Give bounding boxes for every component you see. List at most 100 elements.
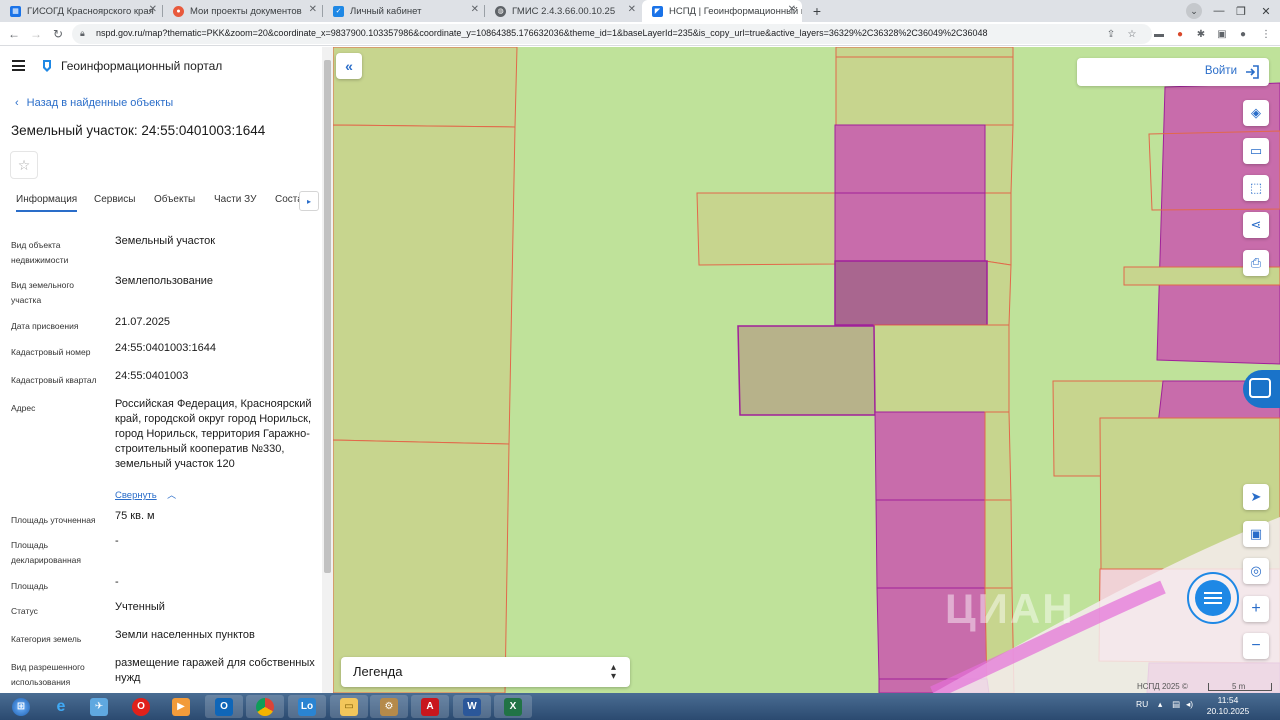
close-tab-icon[interactable]: ✕ <box>309 4 317 15</box>
close-tab-icon[interactable]: ✕ <box>149 4 157 15</box>
scale-label: 5 m <box>1232 682 1246 691</box>
maximize-button[interactable]: ❐ <box>1230 0 1252 22</box>
legend-label: Легенда <box>353 664 403 679</box>
taskbar-app-excel[interactable]: X <box>494 695 532 718</box>
layers-icon[interactable]: ◈ <box>1243 100 1269 126</box>
start-button[interactable]: ⊞ <box>2 695 40 718</box>
browser-tab-5[interactable]: ◤ НСПД | Геоинформационный п ✕ <box>642 0 802 22</box>
close-window-button[interactable]: ✕ <box>1254 0 1278 22</box>
field-value: размещение гаражей для собственных нужд <box>115 657 315 684</box>
close-tab-icon[interactable]: ✕ <box>788 4 796 15</box>
field-value: 24:55:0401003 <box>115 370 189 382</box>
taskbar-clock[interactable]: 11:54 20.10.2025 <box>1200 695 1256 717</box>
browser-tab-1[interactable]: ▦ ГИСОГД Красноярского края ✕ <box>0 0 163 22</box>
share-icon[interactable]: ⋖ <box>1243 212 1269 238</box>
chat-button[interactable] <box>1187 572 1239 624</box>
panel-scrollbar-thumb[interactable] <box>324 60 331 573</box>
legend-dropdown[interactable]: Легенда ▴ ▾ <box>341 657 630 687</box>
taskbar-app-bird[interactable]: ✈ <box>80 695 118 718</box>
print-icon[interactable]: ⎙ <box>1243 250 1269 276</box>
taskbar-app-ie[interactable]: e <box>42 695 80 718</box>
tab-services[interactable]: Сервисы <box>94 194 135 205</box>
hamburger-menu-icon[interactable] <box>12 60 25 71</box>
land-parcel <box>984 192 1012 266</box>
excel-icon: X <box>504 697 522 716</box>
address-bar[interactable]: 🔒︎ nspd.gov.ru/map?thematic=PKK&zoom=20&… <box>72 24 1152 44</box>
browser-tab-3[interactable]: ✓ Личный кабинет ✕ <box>323 0 485 22</box>
favorite-star-icon[interactable]: ☆ <box>10 151 38 179</box>
zoom-in-button[interactable]: + <box>1243 596 1269 622</box>
taskbar-app-chrome[interactable] <box>246 695 284 718</box>
taskbar-app-opera[interactable]: O <box>122 695 160 718</box>
field-value: Земли населенных пунктов <box>115 629 255 641</box>
tab-information[interactable]: Информация <box>16 194 78 212</box>
login-icon <box>1246 65 1259 79</box>
browser-tab-2[interactable]: ● Мои проекты документов ✕ <box>163 0 323 22</box>
field-label: Статус <box>11 606 38 616</box>
share-icon[interactable]: ⇪ <box>1104 27 1118 41</box>
zoom-out-button[interactable]: − <box>1243 633 1269 659</box>
archive-icon: ⚙ <box>380 697 398 716</box>
clock-date: 20.10.2025 <box>1206 706 1250 716</box>
map-canvas[interactable] <box>333 47 1280 693</box>
back-arrow-icon[interactable]: ← <box>5 25 23 43</box>
browser-tab-title: НСПД | Геоинформационный п <box>669 5 802 17</box>
puzzle-extensions-icon[interactable]: ✱ <box>1194 27 1208 41</box>
collapse-link[interactable]: Свернуть ︿ <box>115 485 176 503</box>
folder-icon: ▭ <box>340 697 358 716</box>
taskbar-app-media[interactable]: ▶ <box>162 695 200 718</box>
taskbar-app-acrobat[interactable]: A <box>411 695 449 718</box>
collapse-link-label: Свернуть <box>115 490 157 501</box>
profile-avatar-icon[interactable]: ● <box>1236 27 1250 41</box>
taskbar-app-outlook[interactable]: O <box>205 695 243 718</box>
browser-tab-4[interactable]: ◍ ГМИС 2.4.3.66.00.10.25 ✕ <box>485 0 642 22</box>
field-label: Вид земельного участка <box>11 280 75 305</box>
field-label: Площадь <box>11 581 49 591</box>
extension-icon[interactable]: ● <box>1173 27 1187 41</box>
selected-land-parcel <box>737 325 876 416</box>
bookmark-star-icon[interactable]: ☆ <box>1125 27 1139 41</box>
cadastral-map-layer[interactable] <box>333 47 1280 693</box>
land-parcel <box>333 439 510 693</box>
volume-icon[interactable]: ◂) <box>1186 699 1193 710</box>
tab-objects[interactable]: Объекты <box>154 194 195 205</box>
minimize-button[interactable]: — <box>1208 0 1230 22</box>
navigate-icon[interactable]: ➤ <box>1243 484 1269 510</box>
land-parcel <box>333 124 516 445</box>
sidebar-icon[interactable]: ▣ <box>1215 27 1229 41</box>
area-select-icon[interactable]: ⬚ <box>1243 175 1269 201</box>
field-value: 75 кв. м <box>115 510 155 522</box>
language-indicator[interactable]: RU <box>1136 699 1148 709</box>
taskbar-app-word[interactable]: W <box>453 695 491 718</box>
extension-icon[interactable]: ▬ <box>1152 27 1166 41</box>
tab-parcel-parts[interactable]: Части ЗУ <box>214 194 256 205</box>
lock-icon[interactable]: 🔒︎ <box>80 28 85 39</box>
collapse-panel-button[interactable]: « <box>336 53 362 79</box>
word-icon: W <box>463 697 481 716</box>
forward-arrow-icon[interactable]: → <box>27 25 45 43</box>
tabs-scroll-right-icon[interactable]: ▸ <box>299 191 319 211</box>
land-parcel <box>984 499 1013 589</box>
taskbar-app-lo[interactable]: Lo <box>288 695 326 718</box>
back-to-results-link[interactable]: ‹ Назад в найденные объекты <box>15 97 173 109</box>
taskbar-app-explorer[interactable]: ▭ <box>330 695 368 718</box>
tray-expand-icon[interactable]: ▴ <box>1158 699 1162 710</box>
ruler-icon[interactable]: ▭ <box>1243 138 1269 164</box>
close-tab-icon[interactable]: ✕ <box>471 4 479 15</box>
menu-dots-icon[interactable]: ⋮ <box>1259 27 1273 41</box>
reload-icon[interactable]: ↻ <box>49 25 67 43</box>
tab-composition[interactable]: Состав <box>275 194 300 205</box>
new-tab-button[interactable]: + <box>808 2 826 20</box>
network-icon[interactable]: ▤ <box>1172 699 1180 710</box>
login-button[interactable]: Войти <box>1077 58 1269 86</box>
taskbar-app-archive[interactable]: ⚙ <box>370 695 408 718</box>
opera-icon: O <box>132 697 150 716</box>
url-text[interactable]: nspd.gov.ru/map?thematic=PKK&zoom=20&coo… <box>96 28 1116 38</box>
minimap-icon[interactable]: ▣ <box>1243 521 1269 547</box>
field-value: Учтенный <box>115 601 165 613</box>
close-tab-icon[interactable]: ✕ <box>628 4 636 15</box>
field-label: Площадь декларированная <box>11 540 81 565</box>
tab-search-icon[interactable]: ⌄ <box>1184 0 1204 22</box>
geolocation-icon[interactable]: ◎ <box>1243 558 1269 584</box>
feedback-tab-icon[interactable] <box>1243 370 1280 408</box>
